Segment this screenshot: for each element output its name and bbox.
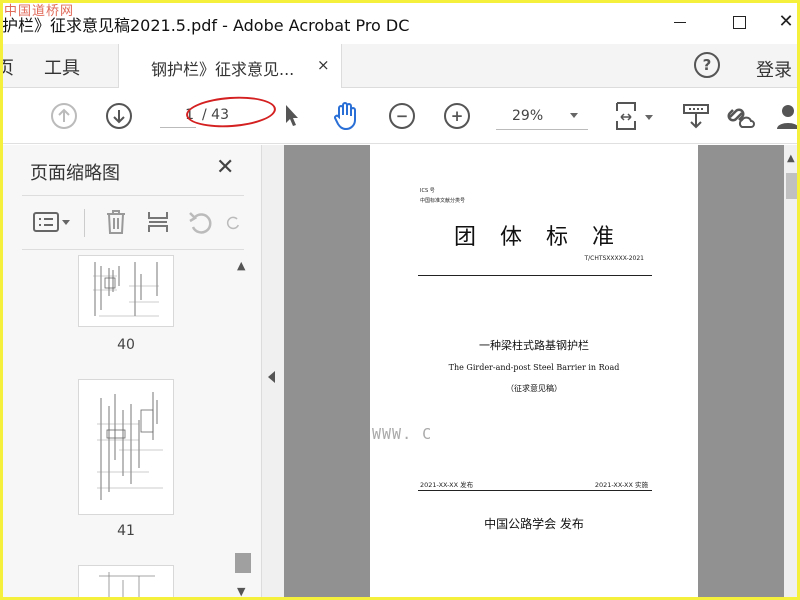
minimize-button[interactable] <box>668 10 692 34</box>
draft-note: （征求意见稿） <box>506 384 562 393</box>
zoom-out-icon: − <box>389 103 415 129</box>
scrollbar-thumb[interactable] <box>786 173 798 199</box>
close-window-button[interactable]: ✕ <box>774 10 798 34</box>
arrow-down-icon <box>106 103 132 129</box>
tab-bar: 页 工具 钢护栏》征求意见... × ? 登录 <box>0 44 800 88</box>
maximize-button[interactable] <box>728 10 752 34</box>
english-title: The Girder-and-post Steel Barrier in Roa… <box>448 363 620 372</box>
arrow-up-icon <box>51 103 77 129</box>
page-thumbnail-41[interactable] <box>78 379 174 515</box>
page-thumbnail-40[interactable] <box>78 255 174 327</box>
thumbnail-drawing <box>93 262 159 317</box>
user-icon <box>777 105 799 129</box>
redo-button[interactable] <box>226 207 242 237</box>
scroll-up-icon[interactable]: ▲ <box>237 259 245 272</box>
publish-date: 2021-XX-XX 发布 <box>420 481 474 489</box>
page-display-button[interactable] <box>610 100 642 132</box>
window-title: 护栏》征求意见稿2021.5.pdf - Adobe Acrobat Pro D… <box>2 16 410 35</box>
close-tab-icon[interactable]: × <box>317 56 330 74</box>
thumbnail-drawing <box>99 572 155 600</box>
export-icon <box>683 104 709 129</box>
zoom-level-value: 29% <box>512 108 544 124</box>
title-bar: 中国道桥网 护栏》征求意见稿2021.5.pdf - Adobe Acrobat… <box>0 0 800 44</box>
header-rule <box>418 275 652 276</box>
close-panel-icon[interactable]: ✕ <box>216 155 234 180</box>
help-icon[interactable]: ? <box>694 52 720 78</box>
delete-page-button[interactable] <box>102 207 130 237</box>
thumbnail-label-40: 40 <box>117 337 135 353</box>
zoom-level-select[interactable]: 29% <box>496 104 588 130</box>
toolbar: 1 / 43 − + 29% <box>0 88 800 144</box>
collapse-panel-icon[interactable] <box>268 371 275 383</box>
chevron-down-icon <box>570 113 578 118</box>
user-button[interactable] <box>772 100 800 132</box>
trash-icon <box>107 210 125 234</box>
tool-separator <box>84 209 85 237</box>
thumbnail-list: 40 41 <box>0 255 232 600</box>
footer-rule <box>418 490 652 491</box>
thumbnails-panel: 页面缩略图 ✕ 40 41 ▲ ▼ <box>0 145 262 600</box>
document-tab-label: 钢护栏》征求意见... <box>151 60 295 79</box>
zoom-in-icon: + <box>444 103 470 129</box>
ccs-number: 中国标准文献分类号 <box>420 198 466 204</box>
document-view[interactable]: ICS 号 中国标准文献分类号 团体标准 T/CHTSXXXXX-2021 一种… <box>284 145 784 600</box>
hand-tool-button[interactable] <box>330 100 362 132</box>
publisher: 中国公路学会 发布 <box>484 517 584 531</box>
standard-title: 一种梁柱式路基钢护栏 <box>479 339 589 352</box>
thumbnail-label-41: 41 <box>117 523 135 539</box>
options-icon <box>33 212 70 232</box>
zoom-in-button[interactable]: + <box>441 100 473 132</box>
panel-toolbar <box>22 201 252 243</box>
standard-code: T/CHTSXXXXX-2021 <box>584 255 644 262</box>
insert-page-button[interactable] <box>144 207 172 237</box>
redo-icon <box>226 216 240 230</box>
select-tool-button[interactable] <box>276 100 308 132</box>
thumbnail-drawing <box>97 392 163 500</box>
menu-home[interactable]: 页 <box>0 54 14 80</box>
page-thumbnail-42[interactable] <box>78 565 174 600</box>
menu-tools[interactable]: 工具 <box>44 54 80 80</box>
document-tab[interactable]: 钢护栏》征求意见... × <box>118 44 342 88</box>
bottom-watermark: WWW. C <box>372 425 433 443</box>
scrollbar-thumb[interactable] <box>235 553 251 573</box>
panel-splitter[interactable] <box>262 145 284 600</box>
insert-icon <box>148 212 168 232</box>
login-button[interactable]: 登录 <box>756 56 792 82</box>
export-button[interactable] <box>680 100 712 132</box>
undo-button[interactable] <box>186 207 214 237</box>
standard-heading: 团体标准 <box>453 225 638 250</box>
hand-tool-icon <box>334 102 356 131</box>
fit-page-icon <box>616 102 636 130</box>
panel-divider-2 <box>22 249 244 250</box>
document-scrollbar[interactable]: ▲ <box>784 145 800 600</box>
select-cursor-icon <box>286 105 298 126</box>
implement-date: 2021-XX-XX 实施 <box>594 481 648 489</box>
scroll-up-icon[interactable]: ▲ <box>787 153 795 164</box>
ics-number: ICS 号 <box>420 188 435 194</box>
share-link-button[interactable] <box>724 100 756 132</box>
pdf-page: ICS 号 中国标准文献分类号 团体标准 T/CHTSXXXXX-2021 一种… <box>370 145 698 600</box>
scroll-down-icon[interactable]: ▼ <box>237 585 245 598</box>
page-display-caret-icon[interactable] <box>645 115 653 120</box>
thumbnail-scrollbar[interactable]: ▲ ▼ <box>234 255 252 600</box>
panel-divider <box>22 195 244 196</box>
options-button[interactable] <box>32 207 72 237</box>
share-link-icon <box>727 108 755 128</box>
panel-title: 页面缩略图 <box>30 163 120 184</box>
previous-page-button[interactable] <box>48 100 80 132</box>
undo-icon <box>189 212 212 234</box>
next-page-button[interactable] <box>103 100 135 132</box>
zoom-out-button[interactable]: − <box>386 100 418 132</box>
